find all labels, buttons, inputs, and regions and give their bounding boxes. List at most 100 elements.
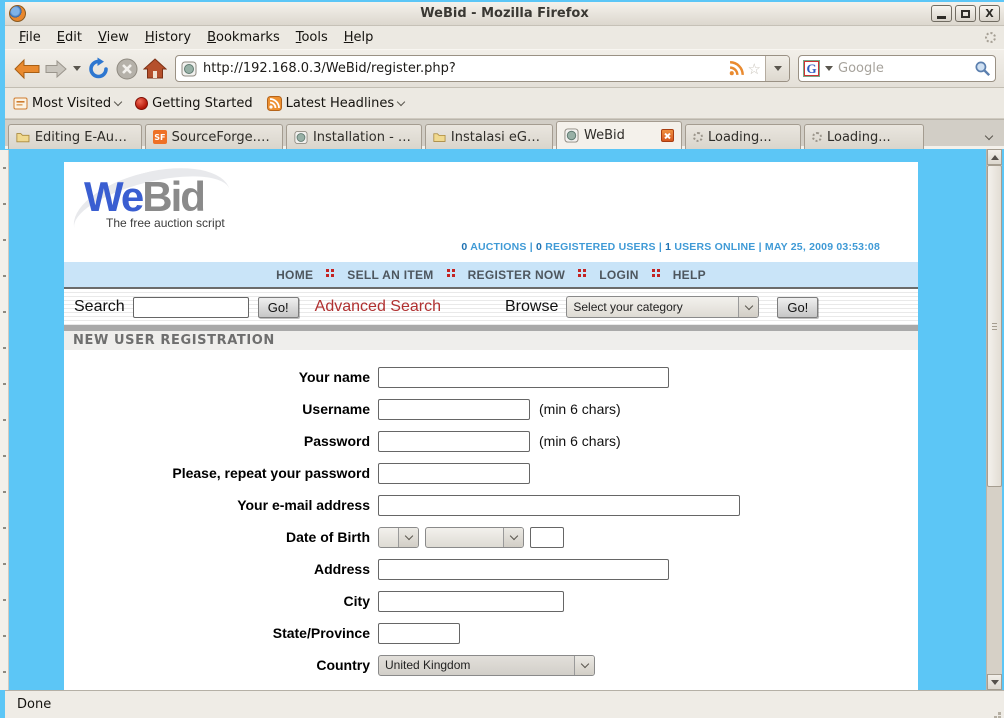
- repeat-password-input[interactable]: [378, 463, 530, 484]
- search-input[interactable]: [133, 297, 249, 318]
- search-magnifier-icon[interactable]: [974, 60, 991, 77]
- nav-help[interactable]: HELP: [673, 268, 706, 282]
- stats-separator: |: [530, 241, 533, 253]
- tab-label: Editing E-Aucti...: [35, 130, 134, 145]
- state-province-input[interactable]: [378, 623, 460, 644]
- menu-help[interactable]: Help: [336, 28, 382, 47]
- chevron-down-icon: [991, 680, 999, 685]
- bookmark-latest-headlines[interactable]: Latest Headlines: [267, 96, 405, 111]
- google-engine-icon[interactable]: G: [803, 60, 820, 77]
- window-title: WeBid - Mozilla Firefox: [5, 6, 1004, 21]
- email-input[interactable]: [378, 495, 740, 516]
- forward-button[interactable]: [45, 60, 67, 78]
- category-select[interactable]: Select your category: [566, 296, 759, 318]
- menu-file[interactable]: File: [11, 28, 49, 47]
- status-bar: Done: [5, 690, 1004, 718]
- back-button[interactable]: [13, 58, 41, 80]
- home-button[interactable]: [143, 58, 167, 79]
- scrollbar-track[interactable]: [987, 487, 1002, 674]
- tab-sourceforge[interactable]: SF SourceForge.n...: [145, 124, 283, 149]
- username-label: Username: [64, 401, 370, 417]
- advanced-search-link[interactable]: Advanced Search: [315, 298, 441, 316]
- bookmarks-toolbar: Most Visited Getting Started Latest Head…: [5, 88, 1004, 119]
- reload-icon: [87, 57, 111, 81]
- reload-button[interactable]: [87, 57, 111, 81]
- search-go-button[interactable]: Go!: [258, 297, 299, 318]
- bookmark-label: Latest Headlines: [286, 96, 395, 111]
- nav-sell-an-item[interactable]: SELL AN ITEM: [347, 268, 433, 282]
- tab-webid-active[interactable]: WeBid: [556, 121, 682, 149]
- bookmark-most-visited[interactable]: Most Visited: [13, 96, 121, 111]
- country-select-value: United Kingdom: [379, 656, 574, 675]
- resize-grip[interactable]: [998, 712, 1001, 715]
- your-name-input[interactable]: [378, 367, 669, 388]
- rss-feed-icon[interactable]: [729, 61, 744, 76]
- url-history-dropdown[interactable]: [765, 56, 789, 81]
- page-header: WeBid The free auction script 0 AUCTIONS…: [64, 162, 918, 262]
- maximize-button[interactable]: [955, 5, 976, 22]
- tab-instalasi-egroupware[interactable]: Instalasi eGrou...: [425, 124, 553, 149]
- scrollbar-thumb[interactable]: [987, 165, 1002, 487]
- url-bar[interactable]: http://192.168.0.3/WeBid/register.php? ☆: [175, 55, 790, 82]
- stats-separator: |: [759, 241, 762, 253]
- city-input[interactable]: [378, 591, 564, 612]
- bookmark-getting-started[interactable]: Getting Started: [135, 96, 253, 111]
- dob-month-select[interactable]: [425, 527, 524, 548]
- menu-edit[interactable]: Edit: [49, 28, 90, 47]
- web-search-input[interactable]: Google: [838, 61, 971, 76]
- tab-loading-2[interactable]: Loading...: [804, 124, 924, 149]
- scroll-up-button[interactable]: [987, 149, 1002, 165]
- your-name-label: Your name: [64, 369, 370, 385]
- tab-label: Loading...: [827, 130, 891, 145]
- tab-list-dropdown[interactable]: [977, 125, 1001, 149]
- nav-register-now[interactable]: REGISTER NOW: [468, 268, 566, 282]
- webid-logo[interactable]: WeBid: [84, 176, 918, 218]
- logo-part-we: We: [84, 173, 142, 220]
- tab-editing-e-auction[interactable]: Editing E-Aucti...: [8, 124, 142, 149]
- latest-headlines-rss-icon: [267, 96, 282, 111]
- online-count: 1: [665, 241, 671, 253]
- menu-history[interactable]: History: [137, 28, 199, 47]
- menu-bookmarks[interactable]: Bookmarks: [199, 28, 288, 47]
- back-forward-dropdown[interactable]: [71, 66, 83, 71]
- tab-label: SourceForge.n...: [172, 130, 275, 145]
- dob-day-select[interactable]: [378, 527, 419, 548]
- registered-label: REGISTERED USERS: [545, 241, 656, 253]
- minimize-button[interactable]: [931, 5, 952, 22]
- scroll-down-button[interactable]: [987, 674, 1002, 690]
- bookmark-star-icon[interactable]: ☆: [748, 60, 761, 78]
- stop-button[interactable]: [115, 57, 139, 81]
- close-button[interactable]: X: [979, 5, 1000, 22]
- browse-go-button[interactable]: Go!: [777, 297, 818, 318]
- form-row-repeat-password: Please, repeat your password: [64, 457, 918, 489]
- address-input[interactable]: [378, 559, 669, 580]
- tab-close-icon[interactable]: [661, 129, 674, 142]
- maximize-icon: [961, 10, 970, 18]
- tab-installation[interactable]: Installation - W...: [286, 124, 422, 149]
- chevron-down-icon[interactable]: [825, 66, 833, 71]
- username-input[interactable]: [378, 399, 530, 420]
- form-row-username: Username (min 6 chars): [64, 393, 918, 425]
- menu-view[interactable]: View: [90, 28, 137, 47]
- tab-loading-1[interactable]: Loading...: [685, 124, 801, 149]
- url-input[interactable]: http://192.168.0.3/WeBid/register.php?: [197, 61, 729, 76]
- address-label: Address: [64, 561, 370, 577]
- menu-tools[interactable]: Tools: [288, 28, 336, 47]
- password-input[interactable]: [378, 431, 530, 452]
- chevron-down-icon: [509, 531, 517, 539]
- titlebar[interactable]: WeBid - Mozilla Firefox X: [5, 2, 1004, 26]
- tab-bar: Editing E-Aucti... SF SourceForge.n... I…: [5, 119, 1004, 149]
- globe-favicon-icon: [294, 130, 308, 145]
- search-bar: Search Go! Advanced Search Browse Select…: [64, 289, 918, 325]
- nav-login[interactable]: LOGIN: [599, 268, 639, 282]
- webid-page: WeBid The free auction script 0 AUCTIONS…: [64, 162, 918, 690]
- nav-separator-icon: [578, 269, 586, 277]
- forward-icon: [45, 60, 67, 78]
- nav-home[interactable]: HOME: [276, 268, 313, 282]
- web-search-box[interactable]: G Google: [798, 55, 996, 82]
- chevron-down-icon: [580, 659, 588, 667]
- country-select[interactable]: United Kingdom: [378, 655, 595, 676]
- dob-year-input[interactable]: [530, 527, 564, 548]
- vertical-scrollbar[interactable]: [986, 149, 1002, 690]
- most-visited-folder-icon: [13, 96, 28, 110]
